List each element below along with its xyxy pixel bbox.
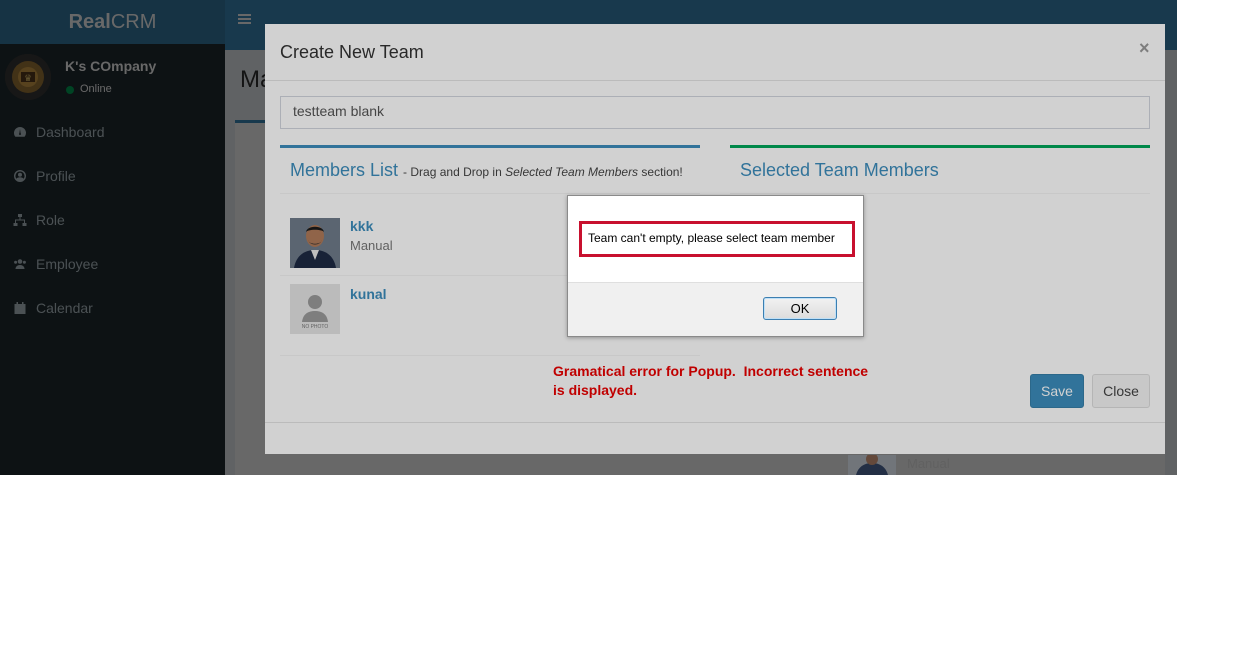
bug-annotation: Gramatical error for Popup. Incorrect se… <box>553 362 893 400</box>
ok-button[interactable]: OK <box>763 297 837 320</box>
annotation-line-2: is displayed. <box>553 382 638 398</box>
annotation-line-1: Gramatical error for Popup. Incorrect se… <box>553 363 869 379</box>
alert-body: Team can't empty, please select team mem… <box>568 196 863 282</box>
alert-footer: OK <box>568 282 863 336</box>
alert-dialog: Team can't empty, please select team mem… <box>567 195 864 337</box>
alert-message: Team can't empty, please select team mem… <box>588 231 835 245</box>
